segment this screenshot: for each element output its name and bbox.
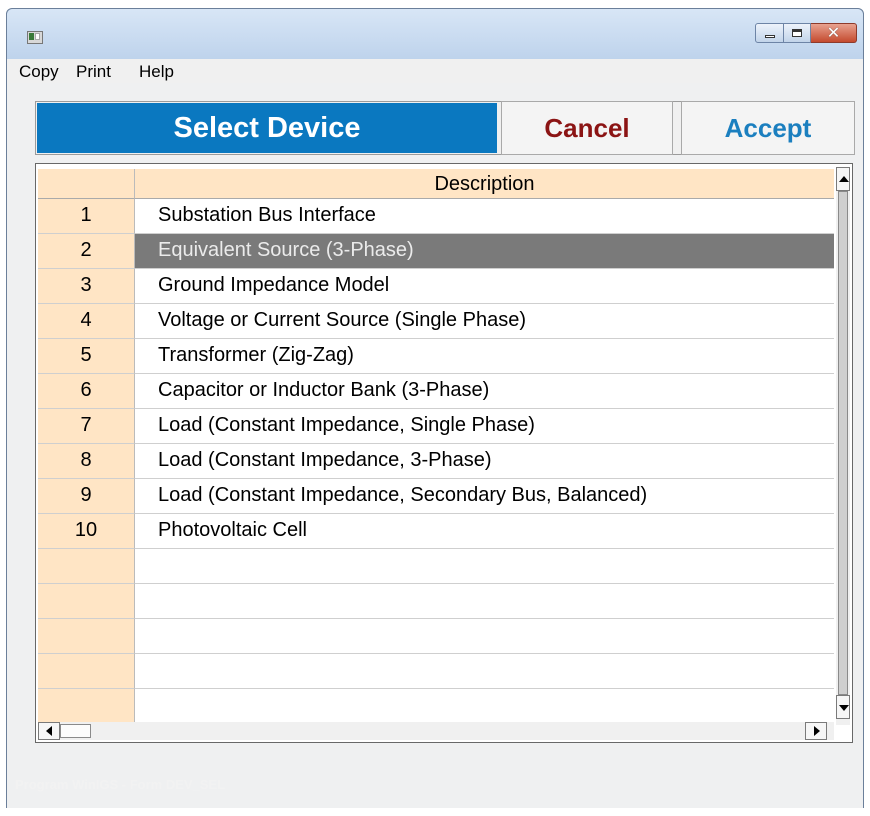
- table-row[interactable]: [38, 549, 834, 584]
- row-number: 8: [38, 444, 135, 479]
- row-description[interactable]: [135, 689, 834, 724]
- row-description[interactable]: Load (Constant Impedance, 3-Phase): [135, 444, 834, 479]
- scroll-down-icon: [839, 705, 849, 711]
- row-description[interactable]: [135, 549, 834, 584]
- cancel-button[interactable]: Cancel: [501, 101, 673, 155]
- row-description[interactable]: Ground Impedance Model: [135, 269, 834, 304]
- table-row[interactable]: 10 Photovoltaic Cell: [38, 514, 834, 549]
- page-title: Select Device: [37, 103, 497, 153]
- row-description[interactable]: Load (Constant Impedance, Secondary Bus,…: [135, 479, 834, 514]
- status-text: Program WinIGS - Form DEV_SEL: [15, 777, 226, 792]
- horizontal-scrollbar[interactable]: [38, 722, 834, 740]
- table-row[interactable]: 5 Transformer (Zig-Zag): [38, 339, 834, 374]
- row-description[interactable]: [135, 584, 834, 619]
- scroll-up-icon: [839, 176, 849, 182]
- table-row[interactable]: 9 Load (Constant Impedance, Secondary Bus…: [38, 479, 834, 514]
- scroll-left-icon: [46, 726, 52, 736]
- table-row[interactable]: 6 Capacitor or Inductor Bank (3-Phase): [38, 374, 834, 409]
- table-row[interactable]: 2 Equivalent Source (3-Phase): [38, 234, 834, 269]
- row-description[interactable]: Transformer (Zig-Zag): [135, 339, 834, 374]
- row-number: [38, 689, 135, 724]
- app-icon[interactable]: [27, 31, 43, 44]
- row-description[interactable]: Capacitor or Inductor Bank (3-Phase): [135, 374, 834, 409]
- row-number: [38, 584, 135, 619]
- row-number: [38, 549, 135, 584]
- row-number: 10: [38, 514, 135, 549]
- row-description[interactable]: Voltage or Current Source (Single Phase): [135, 304, 834, 339]
- row-description[interactable]: Substation Bus Interface: [135, 199, 834, 234]
- menu-bar: Copy Print Help: [7, 59, 863, 83]
- menu-copy[interactable]: Copy: [19, 62, 59, 82]
- row-number: 1: [38, 199, 135, 234]
- main-window: ✕ Copy Print Help Select Device Cancel A…: [6, 8, 864, 808]
- header-description: Description: [135, 169, 834, 199]
- scroll-left-button[interactable]: [38, 722, 60, 740]
- row-number: 5: [38, 339, 135, 374]
- window-controls: ✕: [755, 23, 857, 43]
- row-description[interactable]: Photovoltaic Cell: [135, 514, 834, 549]
- table-row[interactable]: 3 Ground Impedance Model: [38, 269, 834, 304]
- row-number: [38, 619, 135, 654]
- row-description[interactable]: Equivalent Source (3-Phase): [135, 234, 834, 269]
- row-number: 2: [38, 234, 135, 269]
- table-row[interactable]: [38, 654, 834, 689]
- header-number-cell: [38, 169, 135, 199]
- close-glyph: ✕: [826, 23, 841, 42]
- vertical-scrollbar[interactable]: [836, 167, 850, 725]
- table-row[interactable]: [38, 689, 834, 724]
- scroll-track-vertical[interactable]: [838, 191, 848, 695]
- row-number: [38, 654, 135, 689]
- row-description[interactable]: [135, 654, 834, 689]
- row-number: 3: [38, 269, 135, 304]
- scroll-right-button[interactable]: [805, 722, 827, 740]
- grid-header-row: Description: [38, 169, 834, 199]
- scroll-right-icon: [814, 726, 820, 736]
- row-number: 9: [38, 479, 135, 514]
- table-row[interactable]: 8 Load (Constant Impedance, 3-Phase): [38, 444, 834, 479]
- row-description[interactable]: [135, 619, 834, 654]
- menu-help[interactable]: Help: [139, 62, 174, 82]
- row-number: 7: [38, 409, 135, 444]
- minimize-icon[interactable]: [755, 23, 784, 43]
- close-icon[interactable]: ✕: [811, 23, 857, 43]
- table-row[interactable]: 4 Voltage or Current Source (Single Phase…: [38, 304, 834, 339]
- accept-button[interactable]: Accept: [681, 101, 855, 155]
- title-bar[interactable]: ✕: [7, 9, 863, 59]
- row-number: 6: [38, 374, 135, 409]
- maximize-icon[interactable]: [784, 23, 811, 43]
- table-row[interactable]: 7 Load (Constant Impedance, Single Phase): [38, 409, 834, 444]
- table-row[interactable]: 1 Substation Bus Interface: [38, 199, 834, 234]
- device-grid: Description 1 Substation Bus Interface 2 Eq…: [35, 163, 853, 743]
- client-area: Select Device Cancel Accept Description …: [7, 83, 863, 808]
- scroll-thumb-horizontal[interactable]: [60, 724, 91, 738]
- scroll-down-button[interactable]: [836, 695, 850, 719]
- scroll-up-button[interactable]: [836, 167, 850, 191]
- row-description[interactable]: Load (Constant Impedance, Single Phase): [135, 409, 834, 444]
- row-number: 4: [38, 304, 135, 339]
- table-row[interactable]: [38, 584, 834, 619]
- menu-print[interactable]: Print: [76, 62, 111, 82]
- table-row[interactable]: [38, 619, 834, 654]
